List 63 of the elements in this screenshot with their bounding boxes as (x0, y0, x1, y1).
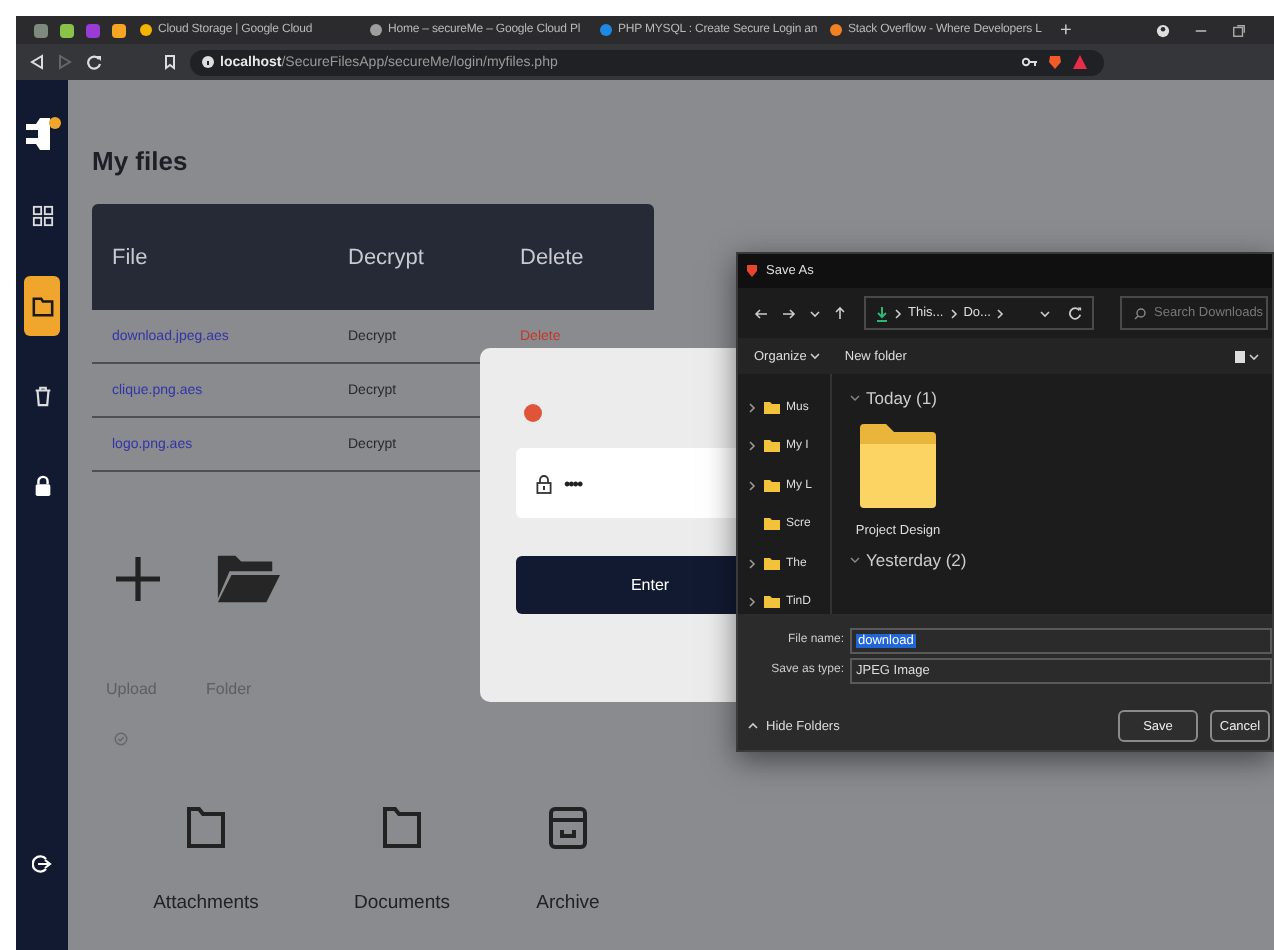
shield-icon (746, 264, 758, 278)
page-title: My files (92, 146, 190, 176)
folder-icon (31, 294, 53, 318)
new-tab-button[interactable]: + (1060, 19, 1140, 41)
lock-icon (536, 473, 552, 493)
folder-icon (186, 806, 226, 850)
bookmark-icon[interactable] (164, 54, 176, 70)
column-header: Delete (518, 245, 586, 269)
up-icon[interactable] (834, 306, 846, 320)
close-button[interactable] (524, 404, 542, 422)
caret-icon (1040, 309, 1050, 317)
view-icon (1234, 349, 1260, 363)
chevron-icon (748, 479, 756, 492)
category-button[interactable]: Documents (322, 806, 482, 914)
chevron-icon (949, 307, 958, 319)
view-button[interactable] (1234, 349, 1260, 363)
lock-icon (31, 474, 53, 498)
caret-icon (810, 352, 821, 360)
folder-icon (764, 479, 780, 492)
logo-icon (22, 116, 62, 152)
refresh-icon[interactable] (1068, 306, 1082, 320)
chevron-icon (748, 557, 756, 570)
column-header: Decrypt (346, 245, 426, 269)
trash-icon (31, 384, 53, 408)
maximize-icon[interactable] (1232, 23, 1246, 37)
folder-icon (764, 557, 780, 570)
category-button[interactable]: Attachments (126, 806, 286, 914)
sidebar-item[interactable] (24, 276, 60, 336)
dashboard-icon (31, 204, 53, 228)
check-circle-icon (114, 732, 128, 746)
folder-icon (764, 401, 780, 414)
column-header: File (110, 245, 150, 269)
pinned-tab-icon[interactable] (34, 23, 48, 37)
group-header: Today (1) (866, 388, 937, 408)
folder-icon (764, 440, 780, 453)
reload-icon[interactable] (86, 54, 102, 70)
chevron-icon (748, 596, 756, 609)
folder-icon (764, 596, 780, 609)
info-icon[interactable] (202, 56, 214, 68)
chevron-icon (748, 440, 756, 453)
shield-icon[interactable] (1048, 54, 1062, 70)
logout-icon[interactable] (32, 854, 52, 874)
chevron-icon (996, 307, 1005, 319)
archive-icon (548, 806, 588, 850)
chevron-icon (894, 307, 902, 319)
group-header: Yesterday (2) (866, 550, 967, 570)
folder-icon (858, 420, 938, 508)
pinned-tab-icon[interactable] (60, 23, 74, 37)
download-icon (876, 305, 888, 321)
chevron-icon[interactable] (850, 556, 860, 564)
back-icon[interactable] (30, 54, 44, 70)
folder-icon (382, 806, 422, 850)
category-button[interactable]: Archive (518, 806, 618, 914)
pinned-tab-icon[interactable] (112, 23, 126, 37)
caret-icon (748, 722, 758, 730)
chevron-icon (748, 401, 756, 414)
profile-icon[interactable] (1156, 23, 1170, 37)
back-icon[interactable] (754, 307, 768, 319)
key-icon[interactable] (1022, 56, 1038, 68)
caret-icon (810, 309, 820, 317)
triangle-icon[interactable] (1072, 54, 1088, 70)
search-icon (1134, 307, 1146, 319)
chevron-icon[interactable] (850, 394, 860, 402)
